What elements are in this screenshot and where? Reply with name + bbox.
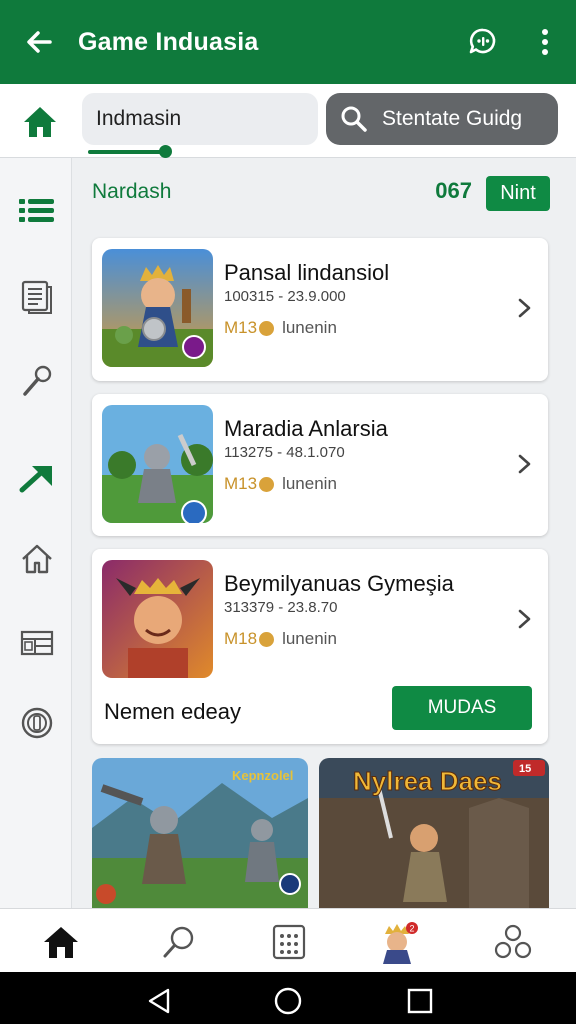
- home-circle-icon[interactable]: [273, 986, 303, 1016]
- game-title: Pansal lindansiol: [224, 260, 390, 285]
- chevron-right-icon[interactable]: [514, 607, 534, 631]
- search-button-label: Stentate Guidg: [382, 107, 523, 130]
- tile-badge: 15: [519, 763, 531, 775]
- search-icon: [326, 93, 382, 145]
- bottom-nav: 2: [0, 908, 576, 972]
- nav-home-icon[interactable]: [36, 917, 86, 967]
- search-button[interactable]: Stentate Guidg: [326, 93, 558, 145]
- game-meta: 313379 - 23.8.70: [224, 599, 338, 616]
- rail-home-icon[interactable]: [14, 536, 60, 582]
- people-icon[interactable]: [488, 917, 538, 967]
- microphone-icon[interactable]: [14, 358, 60, 404]
- game-avatar-icon[interactable]: 2: [372, 917, 422, 967]
- nav-search-icon[interactable]: [154, 917, 204, 967]
- app-bar: Game Induasia: [0, 0, 576, 84]
- arrow-left-icon[interactable]: [0, 0, 78, 84]
- next-button[interactable]: Nint: [486, 176, 550, 211]
- system-nav-bar: [0, 972, 576, 1024]
- section-title: Nardash: [92, 180, 172, 203]
- app-screen: Game Induasia Indmasin Stentate Guidg Na…: [0, 0, 576, 1024]
- section-header: Nardash 067 Nint: [92, 176, 552, 216]
- game-price: M13 lunenin: [224, 474, 337, 494]
- tile-title: Kepnzolel: [232, 768, 293, 783]
- game-thumbnail: [102, 405, 213, 523]
- search-slider-handle[interactable]: [159, 145, 172, 158]
- game-card[interactable]: Maradia Anlarsia 113275 - 48.1.070 M13 lu…: [92, 394, 548, 536]
- chat-icon[interactable]: [452, 0, 514, 84]
- coin-icon: [259, 631, 275, 647]
- badge-icon[interactable]: [14, 700, 60, 746]
- game-card[interactable]: Beymilyanuas Gymeşia 313379 - 23.8.70 M1…: [92, 549, 548, 744]
- search-input[interactable]: Indmasin: [82, 93, 318, 145]
- side-rail: [0, 158, 72, 908]
- search-row: Indmasin Stentate Guidg: [0, 84, 576, 158]
- price-suffix: lunenin: [282, 474, 337, 493]
- game-title: Beymilyanuas Gymeşia: [224, 571, 454, 596]
- price-value: M18: [224, 629, 258, 648]
- apps-grid-icon[interactable]: [264, 917, 314, 967]
- trending-icon[interactable]: [14, 454, 60, 500]
- game-thumbnail: [102, 560, 213, 678]
- featured-tile[interactable]: Kepnzolel: [92, 758, 308, 908]
- home-icon[interactable]: [20, 102, 60, 142]
- document-icon[interactable]: [14, 274, 60, 320]
- notification-badge: 2: [410, 924, 415, 934]
- game-title: Maradia Anlarsia: [224, 416, 388, 441]
- price-value: M13: [224, 474, 258, 493]
- card-action-button[interactable]: MUDAS: [392, 686, 532, 730]
- chevron-right-icon[interactable]: [514, 296, 534, 320]
- game-price: M13 lunenin: [224, 318, 337, 338]
- tile-title: Nylrea Daes: [353, 766, 502, 796]
- featured-tile[interactable]: 15 Nylrea Daes: [319, 758, 549, 908]
- chevron-right-icon[interactable]: [514, 452, 534, 476]
- search-slider-track[interactable]: [88, 150, 166, 154]
- price-suffix: lunenin: [282, 629, 337, 648]
- list-icon[interactable]: [14, 188, 60, 234]
- game-thumbnail: [102, 249, 213, 367]
- coin-icon: [259, 320, 275, 336]
- game-card[interactable]: Pansal lindansiol 100315 - 23.9.000 M13 l…: [92, 238, 548, 381]
- page-title: Game Induasia: [78, 27, 259, 56]
- price-value: M13: [224, 318, 258, 337]
- card-footer-text: Nemen edeay: [104, 699, 241, 724]
- layout-icon[interactable]: [14, 620, 60, 666]
- game-meta: 113275 - 48.1.070: [224, 444, 345, 461]
- section-count: 067: [435, 178, 472, 203]
- back-triangle-icon[interactable]: [144, 986, 174, 1016]
- game-price: M18 lunenin: [224, 629, 337, 649]
- game-meta: 100315 - 23.9.000: [224, 288, 346, 305]
- more-vert-icon[interactable]: [514, 0, 576, 84]
- recents-square-icon[interactable]: [405, 986, 435, 1016]
- price-suffix: lunenin: [282, 318, 337, 337]
- coin-icon: [259, 476, 275, 492]
